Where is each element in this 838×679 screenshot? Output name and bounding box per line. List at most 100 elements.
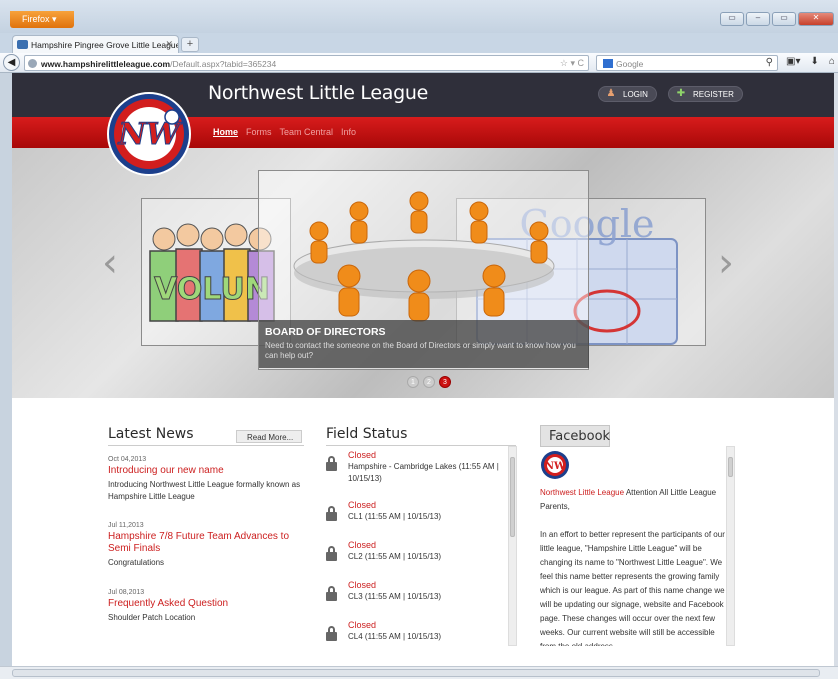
field-item: Closed CL4 (11:55 AM | 10/15/13) (324, 620, 516, 642)
field-status-list: Closed Hampshire - Cambridge Lakes (11:5… (324, 450, 516, 642)
facebook-scroll-thumb[interactable] (728, 457, 733, 477)
url-host: www.hampshirelittleleague.com (41, 59, 171, 69)
menu-item-info[interactable]: Info (341, 127, 356, 137)
register-button[interactable]: ✚ REGISTER (668, 86, 743, 102)
window-controls: ▭ – ▭ ✕ (720, 12, 834, 26)
slider-prev-arrow-icon[interactable]: ‹ (102, 240, 118, 286)
news-item: Oct 04,2013 Introducing our new name Int… (108, 456, 304, 503)
facebook-page-link[interactable]: Northwest Little League (540, 488, 624, 497)
url-tools: ☆ ▾ C (560, 58, 584, 69)
slide-caption-text: Need to contact the someone on the Board… (265, 341, 576, 360)
add-user-icon: ✚ (676, 88, 686, 99)
slider-dot-1[interactable]: 1 (407, 376, 419, 388)
url-bar[interactable]: www.hampshirelittleleague.com/Default.as… (24, 55, 589, 71)
firefox-menu-label: Firefox (22, 14, 50, 24)
menu-item-team-central[interactable]: Team Central (280, 127, 334, 137)
slide-caption: BOARD OF DIRECTORS Need to contact the s… (259, 320, 589, 368)
content-area: Latest News Read More... Oct 04,2013 Int… (12, 398, 834, 666)
lock-icon (326, 586, 337, 601)
field-divider (326, 445, 516, 446)
left-card-text: VOLUN (154, 272, 270, 307)
news-item: Jul 08,2013 Frequently Asked Question Sh… (108, 589, 304, 624)
field-status-heading: Field Status (326, 426, 408, 442)
menu-item-forms[interactable]: Forms (246, 127, 272, 137)
site-favicon-icon (17, 40, 28, 49)
tab-close-icon[interactable]: ✕ (165, 39, 173, 50)
slider-pagination: 1 2 3 (407, 376, 451, 388)
facebook-scrollbar[interactable] (726, 446, 735, 646)
login-button[interactable]: ♟ LOGIN (598, 86, 657, 102)
bookmark-star-icon[interactable]: ☆ (560, 58, 568, 68)
search-icon[interactable]: ⚲ (766, 57, 773, 68)
window-horizontal-scrollbar[interactable] (0, 666, 838, 679)
news-title-link[interactable]: Frequently Asked Question (108, 598, 304, 610)
downloads-icon[interactable]: ⬇ (810, 56, 818, 67)
facebook-post-body: In an effort to better represent the par… (540, 530, 725, 646)
user-icon: ♟ (606, 88, 616, 99)
league-logo[interactable]: NW (106, 91, 192, 177)
page-avatar[interactable]: NW (540, 450, 574, 480)
search-placeholder: Google (616, 59, 644, 69)
facebook-heading: Facebook (540, 425, 610, 447)
field-list-scroll-thumb[interactable] (510, 457, 515, 537)
firefox-menu-button[interactable]: Firefox ▾ (10, 11, 74, 28)
reload-icon[interactable]: C (578, 58, 585, 68)
google-engine-icon[interactable] (603, 59, 613, 68)
news-description: Congratulations (108, 558, 165, 567)
browser-tab[interactable]: Hampshire Pingree Grove Little League ..… (12, 35, 179, 53)
field-name: Hampshire - Cambridge Lakes (11:55 AM | … (348, 462, 499, 483)
lock-icon (326, 546, 337, 561)
login-label: LOGIN (623, 90, 648, 99)
field-name: CL4 (11:55 AM | 10/15/13) (348, 632, 442, 641)
browser-titlebar (0, 0, 838, 33)
field-name: CL2 (11:55 AM | 10/15/13) (348, 552, 442, 561)
field-status: Closed (348, 620, 377, 630)
field-name: CL1 (11:55 AM | 10/15/13) (348, 512, 442, 521)
new-tab-button[interactable]: + (181, 37, 199, 52)
field-status: Closed (348, 500, 377, 510)
news-title-link[interactable]: Hampshire 7/8 Future Team Advances to Se… (108, 531, 304, 555)
facebook-post: Northwest Little League Attention All Li… (540, 486, 726, 514)
horizontal-scroll-thumb[interactable] (12, 669, 820, 677)
news-item: Jul 11,2013 Hampshire 7/8 Future Team Ad… (108, 522, 304, 569)
news-date: Oct 04,2013 (108, 456, 147, 463)
field-status: Closed (348, 580, 377, 590)
close-window-button[interactable]: ✕ (798, 12, 834, 26)
latest-news-heading: Latest News (108, 426, 194, 442)
register-label: REGISTER (693, 90, 734, 99)
field-name: CL3 (11:55 AM | 10/15/13) (348, 592, 442, 601)
history-dropdown-icon[interactable]: ▾ (570, 58, 575, 68)
tab-groups-button[interactable]: ▭ (720, 12, 744, 26)
news-description: Introducing Northwest Little League form… (108, 480, 301, 501)
home-icon[interactable]: ⌂ (829, 56, 835, 67)
navigation-toolbar: ◀ www.hampshirelittleleague.com/Default.… (0, 53, 838, 73)
back-button[interactable]: ◀ (3, 54, 20, 71)
window-vertical-scrollbar[interactable] (834, 73, 838, 666)
search-input[interactable]: Google ⚲ (596, 55, 778, 71)
field-status: Closed (348, 450, 377, 460)
maximize-button[interactable]: ▭ (772, 12, 796, 26)
news-title-link[interactable]: Introducing our new name (108, 465, 304, 477)
toolbar-icons: ▣▾ ⬇ ⌂ (786, 56, 835, 67)
field-item: Closed CL3 (11:55 AM | 10/15/13) (324, 580, 516, 620)
slider-next-arrow-icon[interactable]: › (718, 240, 734, 286)
site-title: Northwest Little League (208, 82, 429, 104)
globe-icon (28, 59, 37, 68)
bookmarks-menu-icon[interactable]: ▣▾ (786, 56, 800, 67)
field-item: Closed CL2 (11:55 AM | 10/15/13) (324, 540, 516, 580)
tab-title: Hampshire Pingree Grove Little League ..… (31, 40, 179, 50)
slider-dot-2[interactable]: 2 (423, 376, 435, 388)
read-more-button[interactable]: Read More... (236, 430, 302, 443)
news-description: Shoulder Patch Location (108, 613, 196, 622)
field-item: Closed Hampshire - Cambridge Lakes (11:5… (324, 450, 516, 490)
main-menu: Home Forms Team Central Info (213, 127, 356, 137)
hero-slider: VOLUN Google ‹ › BOARD OF DIRECTORS Need… (12, 148, 834, 398)
url-path: /Default.aspx?tabid=365234 (170, 59, 277, 69)
field-list-scrollbar[interactable] (508, 446, 517, 646)
news-date: Jul 08,2013 (108, 589, 145, 596)
news-divider (108, 445, 304, 446)
field-item: Closed CL1 (11:55 AM | 10/15/13) (324, 500, 516, 540)
menu-item-home[interactable]: Home (213, 127, 238, 137)
slider-dot-3[interactable]: 3 (439, 376, 451, 388)
minimize-button[interactable]: – (746, 12, 770, 26)
